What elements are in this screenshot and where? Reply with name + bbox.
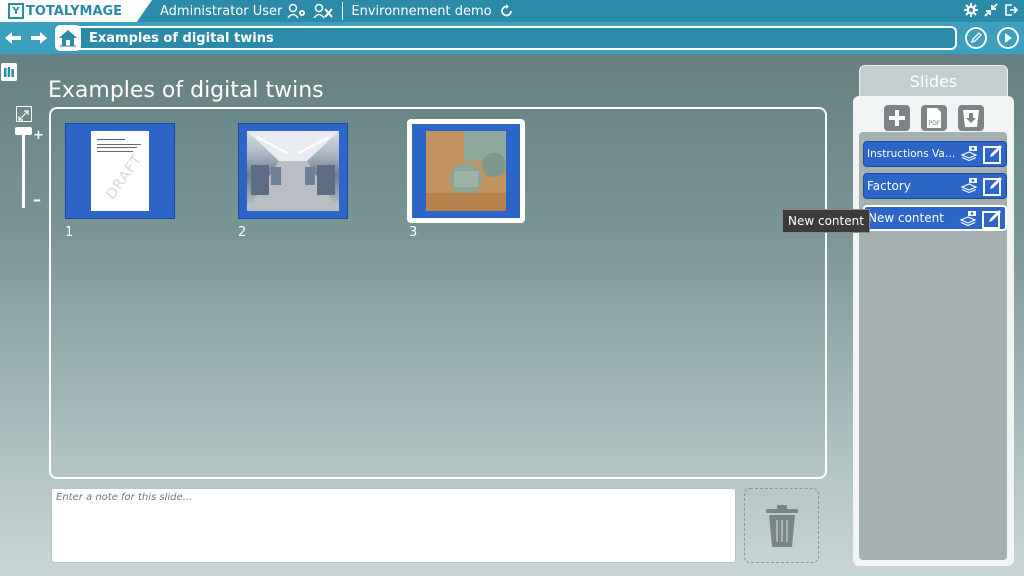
content-thumbnail-3[interactable] — [407, 119, 525, 223]
document-preview: DRAFT — [91, 131, 149, 211]
divider — [342, 2, 344, 20]
logo-mark: Y — [8, 3, 24, 19]
layers-camera-icon[interactable] — [960, 177, 978, 195]
zoom-slider-handle[interactable] — [15, 127, 32, 135]
settings-gear-icon[interactable] — [964, 2, 978, 21]
content-thumbnail-1[interactable]: DRAFT — [65, 123, 175, 219]
slide-item-label: Factory — [867, 179, 911, 193]
edit-slide-icon[interactable] — [983, 144, 1003, 164]
factory-photo — [247, 131, 339, 211]
environment-name: Environnement demo — [351, 3, 492, 19]
user-settings-icon[interactable] — [286, 0, 308, 22]
layers-camera-icon[interactable] — [960, 145, 978, 163]
pdf-label: PDF — [929, 120, 941, 127]
user-remove-icon[interactable] — [312, 0, 334, 22]
logo-text: TOTALYMAGE — [26, 3, 123, 19]
slides-panel: PDF Instructions Vanne... Factory New co… — [853, 96, 1014, 566]
breadcrumb: Examples of digital twins — [55, 25, 957, 51]
slide-note-input[interactable] — [51, 488, 736, 563]
page-title: Examples of digital twins — [48, 78, 324, 103]
slide-item-factory[interactable]: Factory — [863, 173, 1007, 199]
tooltip: New content — [782, 209, 870, 233]
slides-list: Instructions Vanne... Factory New conten… — [859, 132, 1007, 560]
layers-camera-icon[interactable] — [959, 210, 977, 228]
add-slide-icon[interactable] — [884, 105, 910, 131]
slides-tab[interactable]: Slides — [859, 65, 1008, 97]
zoom-in-label: + — [33, 128, 44, 143]
thumbnail-number: 1 — [65, 225, 74, 240]
refresh-icon[interactable] — [496, 0, 518, 22]
user-name: Administrator User — [160, 3, 283, 19]
trash-drop-zone[interactable] — [744, 488, 819, 563]
slide-content-area[interactable]: DRAFT 1 2 3 — [49, 107, 827, 479]
download-icon[interactable] — [958, 105, 984, 131]
library-icon[interactable] — [1, 63, 17, 81]
play-icon[interactable] — [997, 27, 1019, 49]
slide-item-label: Instructions Vanne... — [867, 148, 956, 160]
draft-watermark: DRAFT — [103, 151, 146, 203]
fit-to-screen-icon[interactable] — [16, 106, 32, 122]
thumbnail-number: 2 — [238, 225, 247, 240]
home-icon[interactable] — [55, 25, 81, 51]
collapse-icon[interactable] — [984, 2, 998, 21]
slide-item-instructions[interactable]: Instructions Vanne... — [863, 141, 1007, 167]
logout-icon[interactable] — [1004, 2, 1019, 21]
back-arrow-icon[interactable] — [4, 29, 22, 47]
zoom-slider-track[interactable] — [22, 128, 25, 208]
forward-arrow-icon[interactable] — [30, 29, 48, 47]
thumbnail-number: 3 — [409, 225, 418, 240]
edit-slide-icon[interactable] — [983, 176, 1003, 196]
edit-icon[interactable] — [965, 27, 987, 49]
edit-slide-icon[interactable] — [982, 209, 1002, 229]
navigation-bar: Examples of digital twins — [0, 22, 1024, 54]
pipe-photo — [426, 131, 506, 211]
slide-item-label: New content — [868, 211, 944, 225]
trash-icon — [765, 504, 798, 547]
top-bar: Y TOTALYMAGE Administrator User Environn… — [0, 0, 1024, 22]
logo: Y TOTALYMAGE — [0, 0, 152, 22]
slide-item-new-content[interactable]: New content — [863, 205, 1007, 231]
zoom-out-label: – — [33, 190, 41, 209]
content-thumbnail-2[interactable] — [238, 123, 348, 219]
export-pdf-icon[interactable]: PDF — [921, 105, 947, 131]
breadcrumb-current[interactable]: Examples of digital twins — [89, 31, 274, 46]
